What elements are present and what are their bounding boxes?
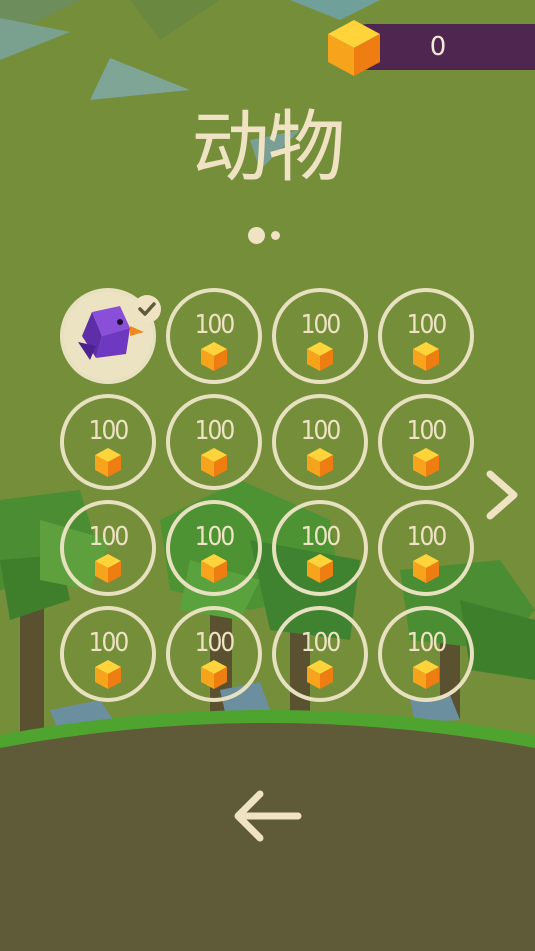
gem-cube-icon xyxy=(95,448,121,477)
coin-count: 0 xyxy=(429,32,447,62)
character-cell-locked[interactable]: 100 xyxy=(60,606,156,702)
price-label: 100 xyxy=(406,310,448,340)
gem-cube-icon xyxy=(201,660,227,689)
page-dot-active xyxy=(248,227,265,244)
character-cell-locked[interactable]: 100 xyxy=(60,394,156,490)
character-cell-locked[interactable]: 100 xyxy=(378,500,474,596)
character-cell-locked[interactable]: 100 xyxy=(272,288,368,384)
price-label: 100 xyxy=(88,628,130,658)
gem-cube-icon xyxy=(307,660,333,689)
selected-badge xyxy=(133,295,161,323)
character-cell-locked[interactable]: 100 xyxy=(272,394,368,490)
arrow-left-icon[interactable] xyxy=(232,790,304,842)
price-label: 100 xyxy=(300,416,342,446)
gem-cube-icon xyxy=(413,342,439,371)
character-cell-locked[interactable]: 100 xyxy=(166,288,262,384)
gem-cube-icon xyxy=(413,660,439,689)
chevron-right-icon[interactable] xyxy=(484,470,520,520)
character-cell-locked[interactable]: 100 xyxy=(166,394,262,490)
gem-cube-icon xyxy=(95,660,121,689)
character-cell-locked[interactable]: 100 xyxy=(272,500,368,596)
gem-cube-icon xyxy=(95,554,121,583)
price-label: 100 xyxy=(300,522,342,552)
character-cell-locked[interactable]: 100 xyxy=(60,500,156,596)
character-cell-locked[interactable]: 100 xyxy=(378,394,474,490)
price-label: 100 xyxy=(88,522,130,552)
gem-cube-icon xyxy=(201,554,227,583)
price-label: 100 xyxy=(300,310,342,340)
page-title: 动物 xyxy=(191,103,345,193)
gem-cube-icon xyxy=(201,448,227,477)
price-label: 100 xyxy=(300,628,342,658)
character-cell-locked[interactable]: 100 xyxy=(166,500,262,596)
gem-cube-icon xyxy=(413,448,439,477)
check-icon xyxy=(138,302,156,316)
price-label: 100 xyxy=(194,416,236,446)
character-cell-locked[interactable]: 100 xyxy=(378,606,474,702)
gem-cube-icon xyxy=(328,20,380,76)
price-label: 100 xyxy=(406,522,448,552)
price-label: 100 xyxy=(194,628,236,658)
character-cell-locked[interactable]: 100 xyxy=(166,606,262,702)
gem-cube-icon xyxy=(307,448,333,477)
character-cell-locked[interactable]: 100 xyxy=(378,288,474,384)
price-label: 100 xyxy=(406,416,448,446)
character-cell-locked[interactable]: 100 xyxy=(272,606,368,702)
gem-cube-icon xyxy=(307,554,333,583)
gem-cube-icon xyxy=(413,554,439,583)
page-indicator xyxy=(248,227,288,245)
gem-cube-icon xyxy=(307,342,333,371)
page-dot[interactable] xyxy=(271,231,280,240)
price-label: 100 xyxy=(194,310,236,340)
price-label: 100 xyxy=(194,522,236,552)
price-label: 100 xyxy=(406,628,448,658)
price-label: 100 xyxy=(88,416,130,446)
gem-cube-icon xyxy=(201,342,227,371)
